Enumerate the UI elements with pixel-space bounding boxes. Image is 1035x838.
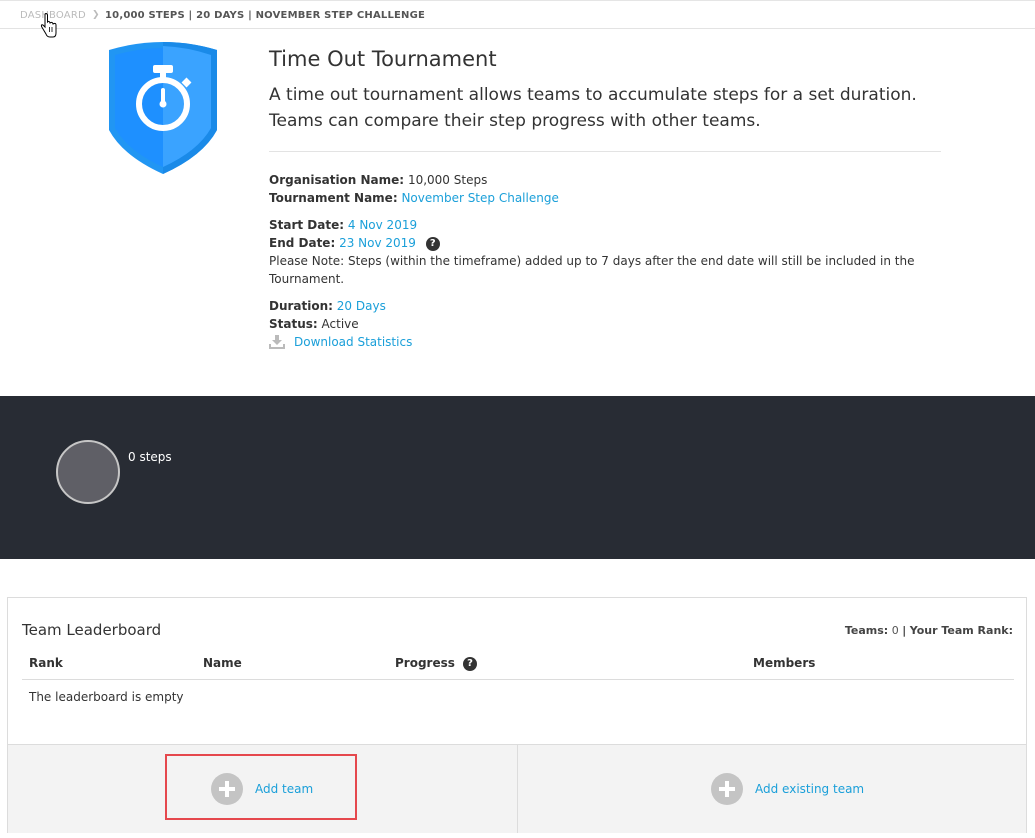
- duration-row: Duration: 20 Days: [269, 297, 909, 315]
- note-line-2: Tournament.: [269, 272, 345, 286]
- stopwatch-badge-icon: [109, 42, 217, 174]
- download-statistics-label[interactable]: Download Statistics: [294, 333, 412, 351]
- status-row: Status: Active: [269, 315, 909, 333]
- team-leaderboard-panel: Team Leaderboard Teams: 0 | Your Team Ra…: [7, 597, 1027, 833]
- organisation-value: 10,000 Steps: [407, 173, 488, 187]
- organisation-label: Organisation Name:: [269, 173, 405, 187]
- teams-label: Teams:: [844, 624, 889, 637]
- status-value: Active: [321, 317, 359, 331]
- divider: [269, 151, 941, 152]
- organisation-row: Organisation Name: 10,000 Steps: [269, 171, 909, 189]
- duration-label: Duration:: [269, 299, 333, 313]
- teams-count: 0: [891, 624, 899, 637]
- note-line-1: Please Note: Steps (within the timeframe…: [269, 254, 915, 268]
- help-icon[interactable]: ?: [425, 236, 440, 251]
- breadcrumb: DASHBOARD ❯ 10,000 STEPS | 20 DAYS | NOV…: [0, 0, 1035, 38]
- column-header-rank: Rank: [29, 656, 63, 670]
- progress-band: 0 steps: [0, 396, 1035, 559]
- actions-divider: [517, 745, 518, 833]
- tournament-details: Organisation Name: 10,000 Steps Tourname…: [269, 171, 915, 351]
- end-date-label: End Date:: [269, 236, 336, 250]
- tournament-name-link[interactable]: November Step Challenge: [401, 191, 558, 205]
- duration-value: 20 Days: [336, 299, 386, 313]
- description-line-2: Teams can compare their step progress wi…: [269, 111, 761, 131]
- team-rank-label: Your Team Rank:: [909, 624, 1013, 637]
- table-divider: [22, 679, 1014, 680]
- leaderboard-empty-message: The leaderboard is empty: [29, 690, 184, 704]
- description-line-1: A time out tournament allows teams to ac…: [269, 85, 917, 105]
- start-date-label: Start Date:: [269, 218, 345, 232]
- steps-count: 0 steps: [128, 450, 172, 464]
- tournament-description: A time out tournament allows teams to ac…: [269, 82, 959, 134]
- column-header-name: Name: [203, 656, 242, 670]
- start-date-value: 4 Nov 2019: [347, 218, 418, 232]
- highlight-box: [165, 754, 357, 820]
- download-statistics-link[interactable]: Download Statistics: [269, 333, 909, 351]
- hand-cursor-icon: [40, 13, 57, 38]
- chevron-right-icon: ❯: [92, 10, 100, 20]
- leaderboard-actions: Add team Add existing team: [8, 744, 1026, 833]
- download-icon: [269, 335, 285, 349]
- leaderboard-meta: Teams: 0 | Your Team Rank:: [845, 624, 1013, 637]
- leaderboard-title: Team Leaderboard: [22, 621, 162, 639]
- meta-separator: |: [902, 624, 907, 637]
- help-icon[interactable]: ?: [463, 656, 478, 671]
- page-title: Time Out Tournament: [269, 47, 497, 71]
- end-date-value: 23 Nov 2019: [339, 236, 416, 250]
- status-label: Status:: [269, 317, 318, 331]
- end-date-row: End Date: 23 Nov 2019 ?: [269, 234, 909, 252]
- plus-icon: [711, 773, 743, 805]
- add-existing-team-label[interactable]: Add existing team: [755, 782, 864, 796]
- column-header-progress: Progress ?: [395, 656, 478, 671]
- start-date-row: Start Date: 4 Nov 2019: [269, 216, 909, 234]
- breadcrumb-current: 10,000 STEPS | 20 DAYS | NOVEMBER STEP C…: [105, 10, 426, 21]
- tournament-name-label: Tournament Name:: [269, 191, 398, 205]
- tournament-name-row: Tournament Name: November Step Challenge: [269, 189, 909, 207]
- column-header-progress-label: Progress: [395, 656, 455, 670]
- column-header-members: Members: [753, 656, 816, 670]
- add-existing-team-button[interactable]: Add existing team: [711, 773, 864, 805]
- avatar: [56, 440, 120, 504]
